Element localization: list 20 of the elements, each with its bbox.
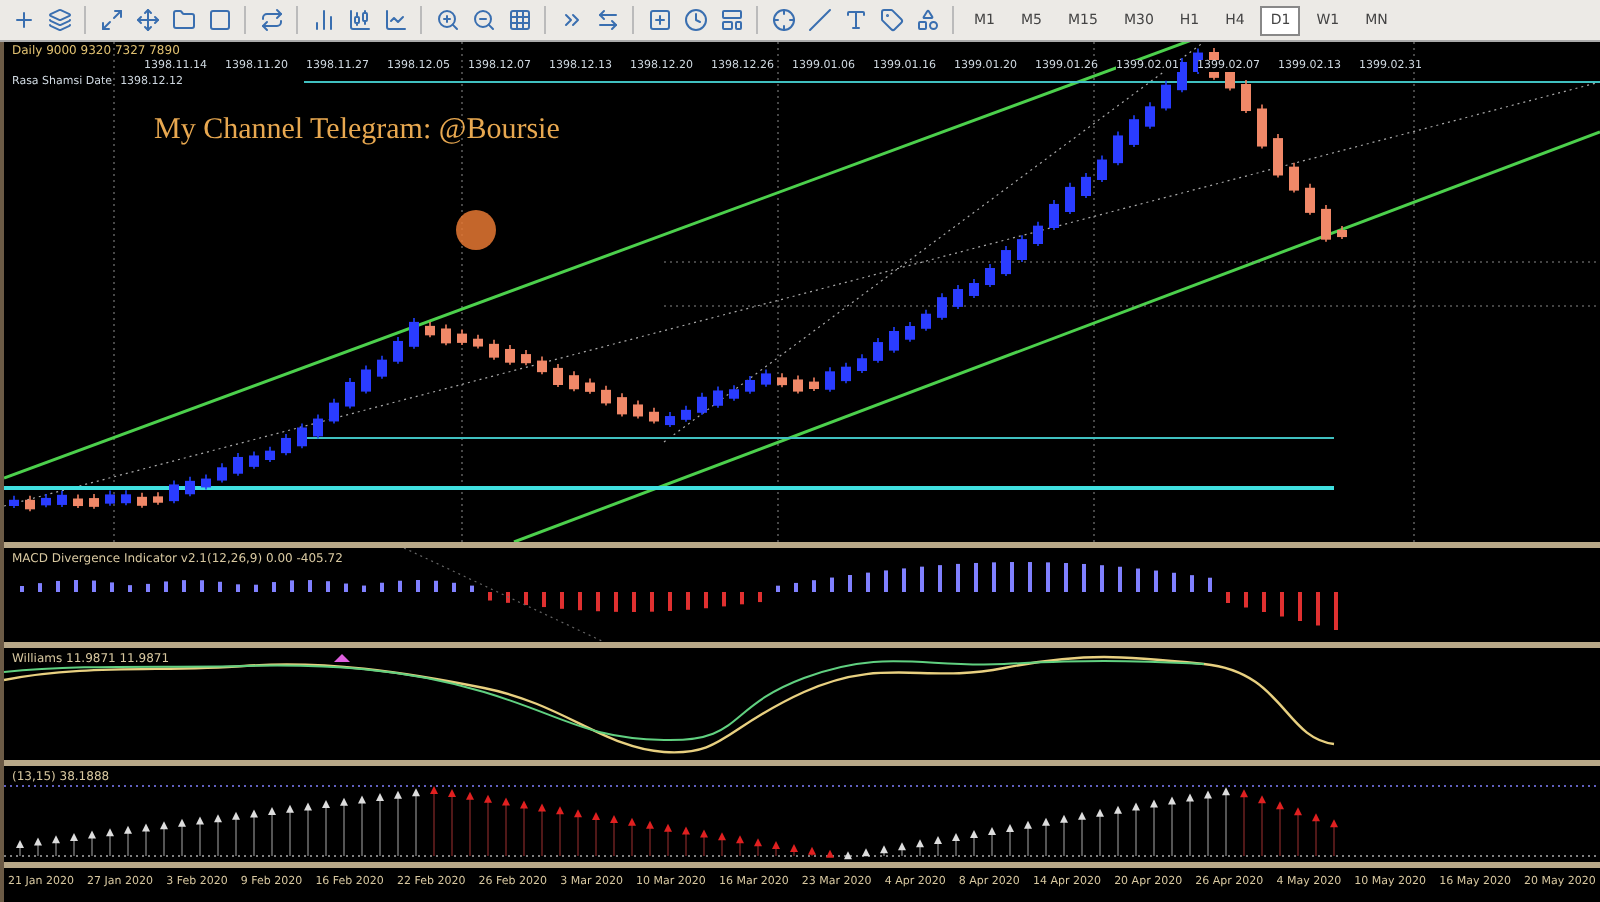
tag-icon[interactable] <box>876 5 906 35</box>
move-icon[interactable] <box>132 5 162 35</box>
grid-icon[interactable] <box>504 5 534 35</box>
zoom-out-icon[interactable] <box>468 5 498 35</box>
square-icon[interactable] <box>204 5 234 35</box>
channel-annotation: My Channel Telegram: @Boursie <box>154 114 560 148</box>
shapes-icon[interactable] <box>912 5 942 35</box>
template-icon[interactable] <box>716 5 746 35</box>
layers-icon[interactable] <box>44 5 74 35</box>
folder-icon[interactable] <box>168 5 198 35</box>
candlestick-icon[interactable] <box>344 5 374 35</box>
maximize-icon[interactable] <box>96 5 126 35</box>
clock-icon[interactable] <box>680 5 710 35</box>
crosshair-icon[interactable] <box>768 5 798 35</box>
plus-square-icon[interactable] <box>644 5 674 35</box>
repeat-icon[interactable] <box>256 5 286 35</box>
line-chart-icon[interactable] <box>380 5 410 35</box>
cursor-highlight-icon <box>456 210 496 250</box>
line-icon[interactable] <box>804 5 834 35</box>
zoom-in-icon[interactable] <box>432 5 462 35</box>
